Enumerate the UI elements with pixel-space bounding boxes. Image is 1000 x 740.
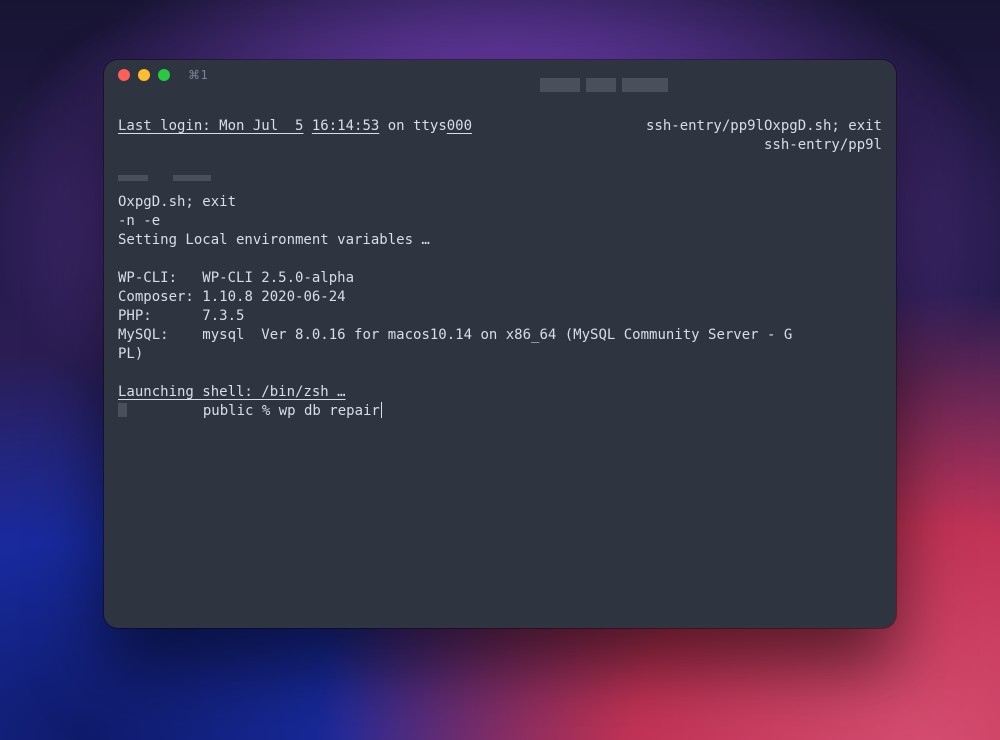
wpcli-version-line: WP-CLI: WP-CLI 2.5.0-alpha xyxy=(118,270,354,286)
command-input[interactable]: wp db repair xyxy=(279,403,380,419)
composer-version-line: Composer: 1.10.8 2020-06-24 xyxy=(118,289,346,305)
titlebar[interactable]: ⌘1 xyxy=(104,60,896,90)
last-login-line: Last login: Mon Jul 5 16:14:53 on ttys00… xyxy=(118,118,472,134)
setting-env-line: Setting Local environment variables … xyxy=(118,232,430,248)
text-cursor-icon xyxy=(381,402,383,418)
ne-line: -n -e xyxy=(118,213,160,229)
prompt-line[interactable]: public % wp db repair xyxy=(127,403,382,419)
close-icon[interactable] xyxy=(118,69,130,81)
window-tab-label: ⌘1 xyxy=(188,68,208,82)
launching-shell-line: Launching shell: /bin/zsh … xyxy=(118,384,346,400)
oxpg-line: OxpgD.sh; exit xyxy=(118,194,236,210)
minimize-icon[interactable] xyxy=(138,69,150,81)
titlebar-redacted-area xyxy=(540,78,668,92)
redacted-bar-icon xyxy=(118,175,148,181)
terminal-output[interactable]: Last login: Mon Jul 5 16:14:53 on ttys00… xyxy=(104,94,896,628)
terminal-window: ⌘1 Last login: Mon Jul 5 16:14:53 on tty… xyxy=(104,60,896,628)
ssh-entry-line-1: ssh-entry/pp9lOxpgD.sh; exit xyxy=(646,117,882,136)
ssh-entry-line-2: ssh-entry/pp9l xyxy=(764,136,882,155)
traffic-lights xyxy=(118,69,170,81)
mysql-version-line: MySQL: mysql Ver 8.0.16 for macos10.14 o… xyxy=(118,327,792,343)
mysql-version-wrap: PL) xyxy=(118,346,143,362)
redacted-bar-icon xyxy=(173,175,211,181)
block-cursor-icon xyxy=(118,403,127,417)
fullscreen-icon[interactable] xyxy=(158,69,170,81)
php-version-line: PHP: 7.3.5 xyxy=(118,308,244,324)
